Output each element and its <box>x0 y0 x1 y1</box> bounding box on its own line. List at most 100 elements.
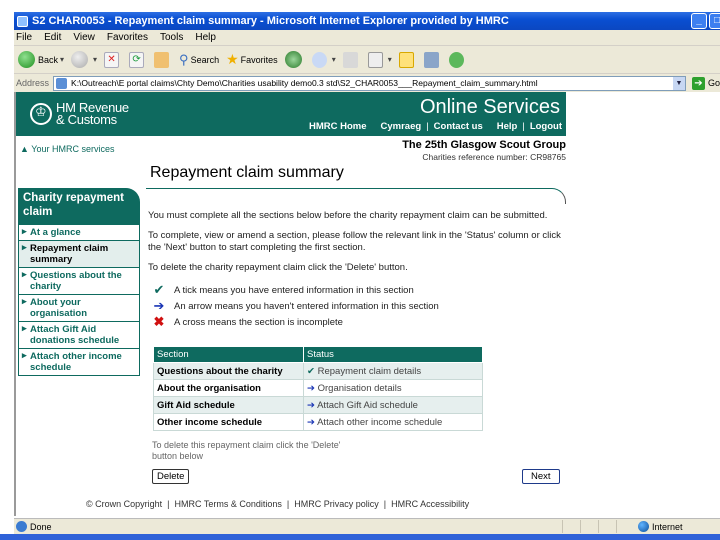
status-legend: ✔ A tick means you have entered informat… <box>148 282 568 330</box>
arrow-right-icon: ➔ <box>307 416 315 428</box>
tick-icon: ✔ <box>153 282 165 297</box>
search-button[interactable]: ⚲ Search <box>179 52 219 68</box>
menu-file[interactable]: File <box>16 32 32 43</box>
delete-button[interactable]: Delete <box>152 469 190 484</box>
stop-button[interactable]: ✕ <box>104 51 122 68</box>
address-dropdown-icon[interactable]: ▼ <box>672 76 685 90</box>
footer-terms-link[interactable]: HMRC Terms & Conditions <box>175 499 282 509</box>
note-icon <box>398 51 414 68</box>
arrow-right-icon: ➔ <box>307 382 315 394</box>
status-cell: ➔ Attach Gift Aid schedule <box>303 396 483 414</box>
page-title: Repayment claim summary <box>150 164 344 181</box>
legend-arrow-text: An arrow means you haven't entered infor… <box>174 300 439 312</box>
menu-favorites[interactable]: Favorites <box>107 32 148 43</box>
go-button[interactable]: ➔ Go <box>691 76 720 90</box>
tick-icon: ✔ <box>307 365 315 377</box>
logo-line2: & Customs <box>56 112 117 127</box>
nav-cymraeg[interactable]: Cymraeg <box>381 121 422 132</box>
top-navigation: HMRC Home Cymraeg | Contact us Help | Lo… <box>308 121 562 132</box>
sidebar-item-repayment-claim-summary[interactable]: Repayment claim summary <box>18 241 140 268</box>
address-bar: Address K:\Outreach\E portal claims\Chty… <box>14 74 720 92</box>
refresh-icon: ⟳ <box>129 51 145 68</box>
next-button[interactable]: Next <box>522 469 560 484</box>
back-label: Back <box>38 54 59 65</box>
star-icon: ★ <box>226 51 239 67</box>
address-input[interactable]: K:\Outreach\E portal claims\Chty Demo\Ch… <box>53 75 686 91</box>
nav-contact-us[interactable]: Contact us <box>434 121 483 132</box>
main-content: You must complete all the sections below… <box>148 210 568 330</box>
minimize-icon[interactable]: _ <box>691 13 707 29</box>
online-services-title: Online Services <box>419 96 560 118</box>
legend-item: ✖ A cross means the section is incomplet… <box>148 314 568 330</box>
your-services-label: Your HMRC services <box>31 144 115 154</box>
status-link-gift-aid-schedule[interactable]: Attach Gift Aid schedule <box>317 400 418 411</box>
sidebar-heading: Charity repayment claim <box>18 188 140 225</box>
page-icon <box>56 77 68 89</box>
status-text: Done <box>30 521 52 532</box>
status-link-other-income-schedule[interactable]: Attach other income schedule <box>317 417 442 428</box>
maximize-icon[interactable]: □ <box>709 13 720 29</box>
sidebar-item-questions-about-charity[interactable]: Questions about the charity <box>18 268 140 295</box>
home-icon <box>154 51 170 68</box>
your-services-link[interactable]: ▲ Your HMRC services <box>20 144 114 154</box>
arrow-right-icon: ➔ <box>307 399 315 411</box>
sidebar: Charity repayment claim At a glance Repa… <box>18 188 140 376</box>
intro-paragraph-3: To delete the charity repayment claim cl… <box>148 262 408 273</box>
delete-note: To delete this repayment claim click the… <box>152 440 341 461</box>
menu-view[interactable]: View <box>73 32 95 43</box>
page-content: HM Revenue & Customs Online Services HMR… <box>14 92 720 516</box>
status-cell: ✔ Repayment claim details <box>303 362 483 380</box>
sidebar-item-at-a-glance[interactable]: At a glance <box>18 225 140 241</box>
status-link-repayment-claim-details[interactable]: Repayment claim details <box>318 366 422 377</box>
notes-button[interactable] <box>398 51 417 68</box>
menu-tools[interactable]: Tools <box>160 32 183 43</box>
nav-hmrc-home[interactable]: HMRC Home <box>309 121 367 132</box>
footer-privacy-link[interactable]: HMRC Privacy policy <box>294 499 379 509</box>
forward-button[interactable]: ▾ <box>71 51 97 68</box>
table-row: Questions about the charity ✔ Repayment … <box>153 362 483 380</box>
history-button[interactable] <box>284 51 305 68</box>
taskbar <box>0 534 720 540</box>
section-cell: About the organisation <box>153 379 304 397</box>
ie-icon <box>17 15 28 27</box>
charity-name: The 25th Glasgow Scout Group <box>402 139 566 151</box>
section-cell: Questions about the charity <box>153 362 304 380</box>
sidebar-item-other-income-schedule[interactable]: Attach other income schedule <box>18 349 140 376</box>
favorites-button[interactable]: ★ Favorites <box>226 51 278 68</box>
menu-help[interactable]: Help <box>195 32 216 43</box>
word-edit-icon <box>367 51 383 68</box>
nav-help[interactable]: Help <box>497 121 518 132</box>
cross-icon: ✖ <box>153 314 165 329</box>
column-header-status: Status <box>303 346 483 363</box>
go-label: Go <box>707 78 720 88</box>
intro-paragraph-2: To complete, view or amend a section, pl… <box>148 230 561 253</box>
favorites-label: Favorites <box>240 54 278 65</box>
sidebar-item-gift-aid-schedule[interactable]: Attach Gift Aid donations schedule <box>18 322 140 349</box>
print-button[interactable] <box>342 51 361 68</box>
nav-logout[interactable]: Logout <box>530 121 562 132</box>
edit-button[interactable]: ▾ <box>367 51 392 68</box>
status-link-organisation-details[interactable]: Organisation details <box>318 383 402 394</box>
browser-window: S2 CHAR0053 - Repayment claim summary - … <box>0 0 720 540</box>
hmrc-logo[interactable]: HM Revenue & Customs <box>30 101 129 127</box>
status-bar: Done Internet <box>14 518 720 534</box>
section-cell: Gift Aid schedule <box>153 396 304 414</box>
research-button[interactable] <box>423 51 442 68</box>
home-button[interactable] <box>154 51 172 68</box>
legend-item: ➔ An arrow means you haven't entered inf… <box>148 298 568 314</box>
footer-accessibility-link[interactable]: HMRC Accessibility <box>391 499 469 509</box>
legend-tick-text: A tick means you have entered informatio… <box>174 284 414 296</box>
arrow-right-icon: ➔ <box>153 298 165 313</box>
column-header-section: Section <box>153 346 304 363</box>
refresh-button[interactable]: ⟳ <box>129 51 147 68</box>
menu-edit[interactable]: Edit <box>44 32 61 43</box>
summary-table: Section Status Questions about the chari… <box>153 346 483 431</box>
sidebar-item-about-organisation[interactable]: About your organisation <box>18 295 140 322</box>
research-icon <box>423 51 439 68</box>
footer-copyright-link[interactable]: © Crown Copyright <box>86 499 162 509</box>
messenger-button[interactable] <box>448 51 467 68</box>
menu-bar: File Edit View Favorites Tools Help <box>14 30 720 46</box>
back-button[interactable]: Back ▾ <box>18 51 64 68</box>
mail-button[interactable]: ▾ <box>311 51 336 68</box>
print-icon <box>342 51 358 68</box>
